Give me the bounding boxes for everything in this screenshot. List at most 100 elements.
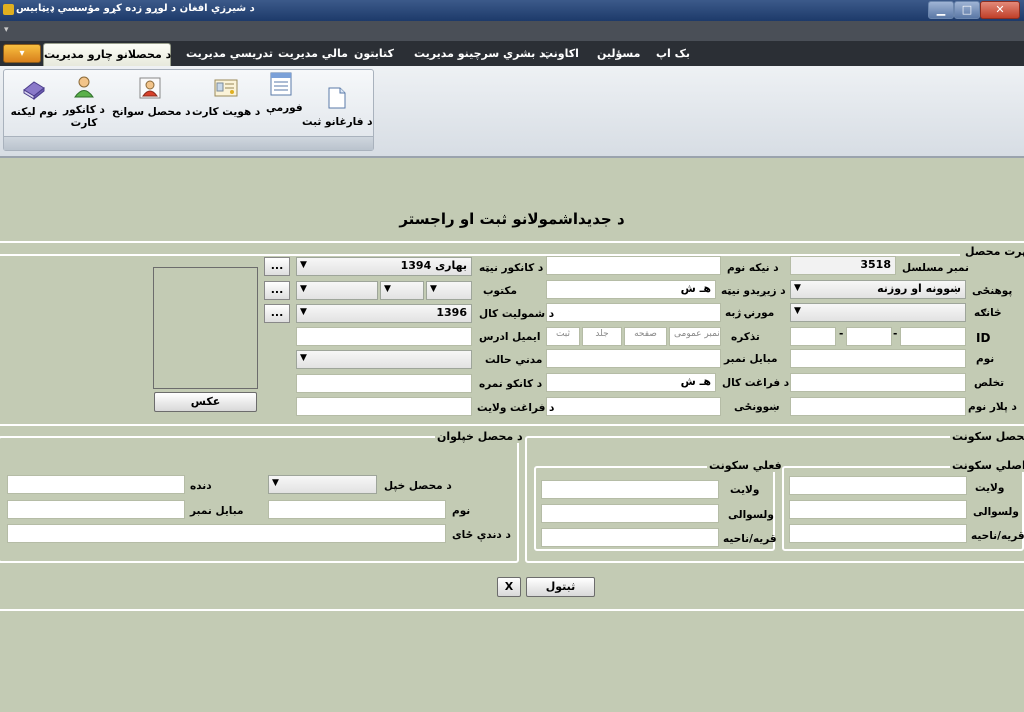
enroll-year-label: د شموليت کال [479, 308, 555, 320]
page-title: د جديداشمولانو ثبت او راجستر [399, 210, 625, 228]
school-field[interactable] [546, 397, 721, 416]
save-button[interactable]: ثبتول [526, 577, 595, 597]
kankor-card-button[interactable]: د کانکور کارت [62, 74, 106, 130]
chevron-down-icon: ▼ [300, 284, 307, 294]
grad-province-field[interactable] [296, 397, 472, 416]
current-village-label: قريه/ناحيه [723, 533, 777, 545]
student-profile-icon [139, 77, 161, 99]
email-field[interactable] [296, 327, 472, 346]
kankor-date-select[interactable]: ▼ 1394 بهاری [296, 257, 472, 276]
mother-tongue-label: مورنۍ ژبه [725, 307, 775, 319]
serial-field[interactable]: 3518 [790, 256, 896, 275]
mother-tongue-field[interactable] [546, 303, 721, 322]
department-label: څانګه [974, 307, 1002, 319]
minimize-button[interactable]: ▁ [928, 1, 954, 19]
letter-select-1[interactable]: ▼ [426, 281, 472, 300]
ribbon: نوم ليکنه د کانکور کارت د محصل سوانح د ه… [0, 66, 1024, 158]
name-label: نوم [976, 353, 995, 365]
phone-label: مبایل نمبر [724, 353, 778, 365]
graduates-button[interactable]: د فارغانو ثبت [302, 86, 373, 129]
kankor-score-label: د کانکو نمره [479, 378, 543, 390]
takhallus-field[interactable] [790, 373, 966, 392]
id-label: ID [976, 331, 991, 345]
close-window-button[interactable]: ✕ [980, 1, 1020, 19]
enroll-year-select[interactable]: ▼ 1396 [296, 304, 472, 323]
department-select[interactable]: ▼ [790, 303, 966, 322]
workplace-label: د دندې ځای [452, 529, 511, 541]
letter-select-2[interactable]: ▼ [380, 281, 424, 300]
workplace-field[interactable] [7, 524, 446, 543]
relative-phone-field[interactable] [7, 500, 185, 519]
current-province-field[interactable] [541, 480, 719, 499]
tazkira-label: تذکره [731, 331, 760, 343]
grandfather-label: د نيکه نوم [727, 262, 779, 274]
chevron-down-icon: ▼ [300, 307, 307, 317]
tab-library[interactable]: کتابتون [354, 47, 394, 60]
tab-teaching[interactable]: تدريسي مديريت [186, 47, 273, 60]
original-district-field[interactable] [789, 500, 967, 519]
close-form-button[interactable]: X [497, 577, 521, 597]
original-village-label: قريه/ناحيه [971, 530, 1024, 542]
id-field-1[interactable] [900, 327, 966, 346]
marital-label: مدني حالت [485, 354, 543, 366]
enrollment-label: نوم ليکنه [10, 106, 58, 118]
photo-button[interactable]: عکس [154, 392, 257, 412]
tazkira-volume-field[interactable]: جلد [582, 327, 622, 346]
current-residence-legend: فعلي سکونت [707, 459, 784, 472]
tab-hr[interactable]: د بشري سرچينو مديريت [414, 47, 545, 60]
letter-select-3[interactable]: ▼ [296, 281, 378, 300]
grandfather-field[interactable] [546, 256, 721, 275]
qat-dropdown-icon[interactable]: ▾ [4, 25, 9, 35]
relative-name-field[interactable] [268, 500, 446, 519]
original-province-field[interactable] [789, 476, 967, 495]
current-village-field[interactable] [541, 528, 719, 547]
grad-year-label: د فراغت کال [722, 377, 790, 389]
faculty-select[interactable]: ▼ ښوونه او روزنه [790, 280, 966, 299]
forms-button[interactable]: فورمې [266, 72, 303, 115]
tazkira-registry-field[interactable]: ثبت [546, 327, 580, 346]
id-card-button[interactable]: د هويت کارت [192, 76, 260, 119]
marital-select[interactable]: ▼ [296, 350, 472, 369]
quick-access-toolbar: ▾ [0, 21, 1024, 41]
father-name-field[interactable] [790, 397, 966, 416]
original-village-field[interactable] [789, 524, 967, 543]
book-icon [23, 81, 45, 101]
letter-browse-button[interactable]: ... [264, 281, 290, 300]
current-district-field[interactable] [541, 504, 719, 523]
birth-year-field[interactable]: هـ ش [546, 280, 716, 299]
enroll-year-browse-button[interactable]: ... [264, 304, 290, 323]
grad-year-field[interactable]: هـ ش [546, 373, 716, 392]
chevron-down-icon: ▼ [794, 306, 801, 316]
tab-backup[interactable]: بک اپ [656, 47, 690, 60]
grad-province-label: د فراغت ولایت [477, 402, 555, 414]
phone-field[interactable] [546, 349, 721, 368]
enrollment-button[interactable]: نوم ليکنه [8, 76, 60, 119]
relation-select[interactable]: ▼ [268, 475, 377, 494]
id-field-3[interactable] [790, 327, 836, 346]
app-menu-button[interactable]: ▾ [3, 44, 41, 63]
ribbon-group: نوم ليکنه د کانکور کارت د محصل سوانح د ه… [3, 69, 374, 151]
job-field[interactable] [7, 475, 185, 494]
relation-label: د محصل خپل [384, 480, 452, 492]
maximize-button[interactable]: □ [954, 1, 980, 19]
student-profile-button[interactable]: د محصل سوانح [112, 76, 191, 119]
kankor-score-field[interactable] [296, 374, 472, 393]
id-field-2[interactable] [846, 327, 892, 346]
tab-finance[interactable]: مالي مديريت [278, 47, 348, 60]
residence-legend: د محصل سکونت [950, 430, 1024, 443]
id-card-label: د هويت کارت [192, 106, 261, 118]
section-divider [0, 424, 1024, 426]
tab-account[interactable]: اکاونټ [542, 47, 579, 60]
tab-student-affairs[interactable]: د محصلانو چارو مديريت [43, 43, 171, 66]
tazkira-page-field[interactable]: صفحه [624, 327, 667, 346]
kankor-card-label: د کانکور کارت [63, 104, 105, 129]
name-field[interactable] [790, 349, 966, 368]
tazkira-general-number-field[interactable]: نمبر عمومی [669, 327, 721, 346]
tab-officials[interactable]: مسؤلين [597, 47, 640, 60]
graduates-label: د فارغانو ثبت [302, 116, 373, 128]
menu-bar: ▾ د محصلانو چارو مديريت تدريسي مديريت ما… [0, 41, 1024, 66]
student-section-legend: شهرت محصل [963, 245, 1024, 258]
document-icon [328, 87, 346, 109]
kankor-date-browse-button[interactable]: ... [264, 257, 290, 276]
letter-label: مکتوب [483, 285, 518, 297]
